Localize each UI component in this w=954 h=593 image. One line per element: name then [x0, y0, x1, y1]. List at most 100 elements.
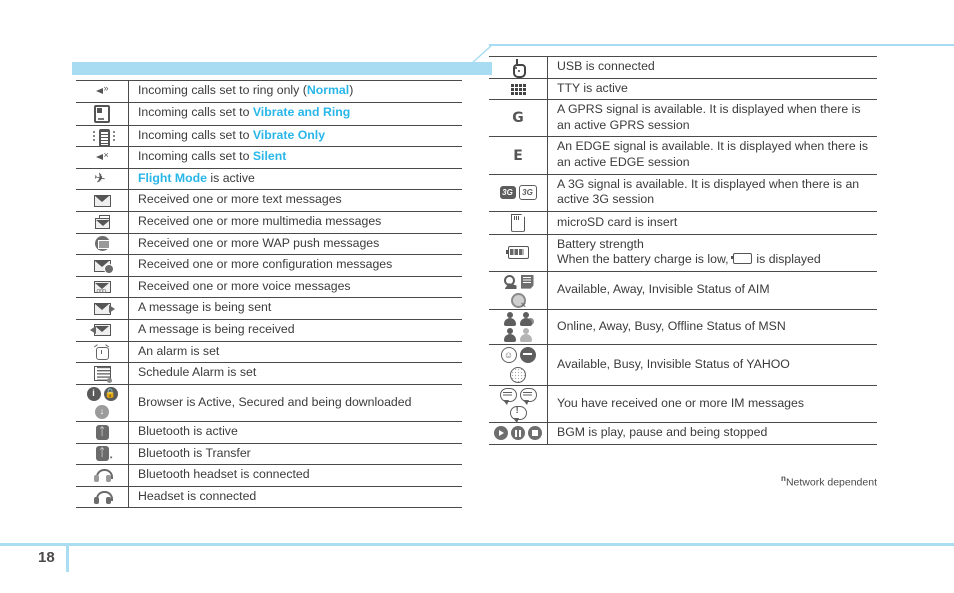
aim-status-icons	[489, 271, 548, 310]
row-description: Received one or more multimedia messages	[129, 212, 463, 234]
row-description: An EDGE signal is available. It is displ…	[557, 139, 868, 170]
battery-line-2-post: is displayed	[752, 252, 821, 267]
row-description: A GPRS signal is available. It is displa…	[557, 102, 861, 132]
row-text-pre: A message is being received	[138, 322, 295, 337]
edge-letter: E	[510, 148, 526, 164]
header-accent-rule	[489, 44, 954, 46]
three-g-hollow-icon: 3G	[518, 185, 537, 201]
row-description: Incoming calls set to Silent	[129, 147, 463, 169]
gprs-letter: G	[510, 110, 526, 127]
row-highlight: Vibrate Only	[252, 127, 326, 142]
im-bubble-icon	[499, 388, 517, 406]
footer-accent-tick	[66, 546, 69, 572]
envelope-text-message-icon	[76, 189, 129, 212]
table-row: Headset is connected	[76, 486, 462, 508]
table-row: Available, Away, Invisible Status of AIM	[489, 271, 877, 310]
row-text-pre: Incoming calls set to	[138, 127, 253, 142]
footnote: nNetwork dependent	[489, 474, 877, 489]
row-description: Incoming calls set to Vibrate and Ring	[129, 102, 463, 125]
table-row: ☺ Available, Busy, Invisible Status of Y…	[489, 344, 877, 386]
edge-signal-icon: E	[489, 136, 548, 175]
table-row: ᛏ Bluetooth is active	[76, 421, 462, 444]
row-description: Schedule Alarm is set	[129, 363, 463, 385]
battery-line-2-pre: When the battery charge is low,	[557, 252, 732, 267]
yahoo-busy-icon	[519, 347, 536, 364]
row-description: You have received one or more IM message…	[557, 395, 804, 410]
row-text-pre: Received one or more voice messages	[138, 278, 351, 293]
row-description: TTY is active	[557, 80, 628, 95]
table-row: USB is connected	[489, 56, 877, 79]
indicator-table-right: USB is connected TTY is active G A GPRS …	[489, 56, 877, 445]
row-description: A message is being received	[129, 320, 463, 342]
browser-active-icon: i	[86, 386, 101, 401]
speaker-mute-icon	[76, 146, 129, 169]
im-message-icons	[489, 385, 548, 424]
row-text-pre: Bluetooth headset is connected	[138, 467, 310, 482]
table-row: Received one or more text messages	[76, 189, 462, 212]
row-text-pre: Incoming calls set to	[138, 149, 253, 164]
bgm-pause-icon	[511, 426, 525, 441]
table-row: ooo Received one or more voice messages	[76, 276, 462, 298]
vibrate-only-icon	[76, 125, 129, 147]
schedule-alarm-icon	[76, 362, 129, 385]
bgm-stop-icon	[528, 426, 542, 441]
row-description: A 3G signal is available. It is displaye…	[557, 176, 860, 207]
footer-accent-rule	[0, 543, 954, 546]
yahoo-status-icons: ☺	[489, 344, 548, 386]
row-description: Available, Busy, Invisible Status of YAH…	[557, 356, 790, 371]
row-description: Flight Mode is active	[129, 168, 463, 190]
row-description: Received one or more WAP push messages	[129, 233, 463, 255]
alarm-clock-icon	[76, 341, 129, 363]
row-description: USB is connected	[557, 59, 655, 73]
msn-away-icon	[520, 312, 535, 327]
row-text-pre: Incoming calls set to	[138, 105, 253, 120]
row-description: Received one or more voice messages	[129, 276, 463, 298]
battery-low-icon	[730, 253, 752, 265]
bluetooth-transfer-icon: ᛏ •	[76, 443, 129, 465]
table-row: BGM is play, pause and being stopped	[489, 422, 877, 445]
speaker-ring-icon	[76, 80, 129, 103]
battery-icon	[489, 234, 548, 272]
row-description: Incoming calls set to Vibrate Only	[129, 125, 463, 147]
aim-invisible-icon	[511, 293, 526, 310]
tty-icon	[489, 78, 548, 100]
msn-online-icon	[504, 312, 517, 327]
row-text-pre: Received one or more WAP push messages	[138, 235, 380, 250]
bgm-play-icon	[494, 426, 508, 441]
table-row: Received one or more configuration messa…	[76, 254, 463, 277]
aim-away-icon	[520, 274, 534, 289]
table-row: An alarm is set	[76, 341, 462, 363]
envelope-configuration-icon	[76, 254, 129, 277]
three-g-solid-icon: 3G	[499, 186, 516, 200]
yahoo-invisible-icon	[510, 367, 526, 384]
indicator-table-left: Incoming calls set to ring only (Normal)…	[76, 80, 462, 508]
row-text-pre: Incoming calls set to ring only (	[138, 83, 307, 97]
row-text-pre: Received one or more configuration messa…	[138, 257, 393, 272]
msn-status-icons	[489, 309, 548, 345]
row-text-pre: Received one or more text messages	[138, 192, 342, 207]
row-highlight: Normal	[306, 83, 350, 97]
row-text-pre: Schedule Alarm is set	[138, 365, 257, 380]
im-alert-bubble-icon	[509, 406, 527, 424]
table-row: Received one or more multimedia messages	[76, 211, 463, 234]
row-description: Bluetooth is Transfer	[129, 443, 463, 465]
row-description: Received one or more configuration messa…	[129, 255, 463, 277]
table-row: Battery strength When the battery charge …	[489, 234, 878, 272]
table-row: Incoming calls set to Vibrate and Ring	[76, 102, 463, 126]
row-highlight: Silent	[252, 149, 287, 164]
browser-secured-lock-icon: 🔒	[103, 386, 118, 401]
row-description: Battery strength When the battery charge …	[548, 234, 878, 271]
yahoo-available-icon: ☺	[500, 347, 517, 364]
row-text-pre: Headset is connected	[138, 488, 257, 503]
usb-icon	[489, 56, 548, 79]
table-row: Received one or more WAP push messages	[76, 233, 462, 255]
microsd-card-icon	[489, 211, 548, 235]
row-description: Bluetooth headset is connected	[129, 465, 463, 487]
row-description: Online, Away, Busy, Offline Status of MS…	[557, 318, 786, 333]
bluetooth-headset-icon	[76, 464, 129, 487]
row-text-post: is active	[206, 170, 255, 185]
table-row: E An EDGE signal is available. It is dis…	[489, 136, 877, 175]
three-g-signal-icon: 3G 3G	[489, 174, 548, 212]
row-text-pre: Bluetooth is active	[138, 423, 238, 438]
table-row: microSD card is insert	[489, 211, 877, 235]
